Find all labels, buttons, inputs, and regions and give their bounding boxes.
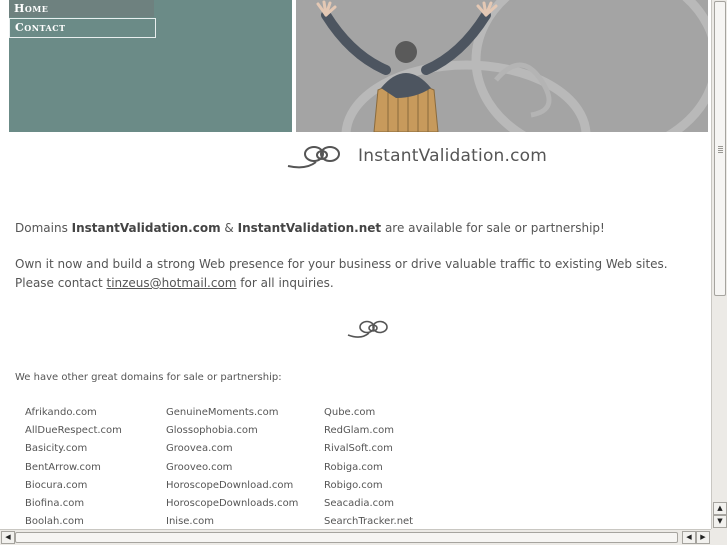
domain-link[interactable]: HoroscopeDownload.com <box>166 477 298 495</box>
domain-list-col-2: GenuineMoments.com Glossophobia.com Groo… <box>166 404 298 529</box>
scroll-left-icon[interactable]: ◀ <box>682 531 696 544</box>
intro-domain-1: InstantValidation.com <box>71 221 221 235</box>
intro-suffix: are available for sale or partnership! <box>381 221 605 235</box>
intro-prefix: Domains <box>15 221 72 235</box>
domain-link[interactable]: Basicity.com <box>25 440 122 458</box>
intro-domain-2: InstantValidation.net <box>237 221 382 235</box>
domain-link[interactable]: AllDueRespect.com <box>25 422 122 440</box>
scroll-right-icon[interactable]: ▶ <box>696 531 710 544</box>
hero-person-illustration <box>296 0 708 132</box>
domain-link[interactable]: Groovea.com <box>166 440 298 458</box>
site-logo[interactable]: InstantValidation.com <box>286 142 547 170</box>
scroll-left-icon[interactable]: ◀ <box>1 531 15 544</box>
hero-image <box>296 0 708 132</box>
domain-link[interactable]: Biofina.com <box>25 495 122 513</box>
intro-paragraph: Domains InstantValidation.com & InstantV… <box>15 219 695 238</box>
scroll-up-icon[interactable]: ▲ <box>713 502 727 515</box>
domain-link[interactable]: RivalSoft.com <box>324 440 413 458</box>
scroll-down-icon[interactable]: ▼ <box>713 515 727 528</box>
domain-link[interactable]: Grooveo.com <box>166 459 298 477</box>
pitch-suffix: for all inquiries. <box>236 276 334 290</box>
horizontal-scrollbar[interactable]: ◀ ◀ ▶ <box>0 529 711 545</box>
domain-link[interactable]: HoroscopeDownloads.com <box>166 495 298 513</box>
domain-list-col-3: Qube.com RedGlam.com RivalSoft.com Robig… <box>324 404 413 529</box>
domain-link[interactable]: Robiga.com <box>324 459 413 477</box>
vertical-scrollbar[interactable]: ▲ ▼ <box>711 0 727 529</box>
divider-swirl-icon <box>347 320 388 338</box>
divider-mark <box>347 318 393 344</box>
domain-link[interactable]: Biocura.com <box>25 477 122 495</box>
domain-link[interactable]: Qube.com <box>324 404 413 422</box>
logo-text: InstantValidation.com <box>358 146 548 166</box>
domain-link[interactable]: BentArrow.com <box>25 459 122 477</box>
nav-contact-link[interactable]: Contact <box>9 18 156 38</box>
domain-link[interactable]: GenuineMoments.com <box>166 404 298 422</box>
vertical-scroll-thumb[interactable] <box>714 1 726 296</box>
horizontal-scroll-thumb[interactable] <box>15 532 678 543</box>
nav-home-link[interactable]: Home <box>9 0 154 17</box>
domain-list-col-1: Afrikando.com AllDueRespect.com Basicity… <box>25 404 122 529</box>
page-viewport: Home Contact InstantValidation.com Domai… <box>0 0 711 529</box>
scrollbar-corner <box>711 529 727 545</box>
nav-panel: Home Contact <box>9 0 292 132</box>
pitch-paragraph: Own it now and build a strong Web presen… <box>15 255 695 293</box>
domain-link[interactable]: RedGlam.com <box>324 422 413 440</box>
intro-amp: & <box>220 221 238 235</box>
logo-swirl-icon <box>287 146 340 169</box>
domain-link[interactable]: Inise.com <box>166 513 298 529</box>
domain-link[interactable]: Robigo.com <box>324 477 413 495</box>
domain-link[interactable]: Afrikando.com <box>25 404 122 422</box>
domain-link[interactable]: SearchTracker.net <box>324 513 413 529</box>
domain-link[interactable]: Glossophobia.com <box>166 422 298 440</box>
other-domains-heading: We have other great domains for sale or … <box>15 372 282 383</box>
contact-email-link[interactable]: tinzeus@hotmail.com <box>106 276 236 290</box>
domain-link[interactable]: Boolah.com <box>25 513 122 529</box>
domain-link[interactable]: Seacadia.com <box>324 495 413 513</box>
